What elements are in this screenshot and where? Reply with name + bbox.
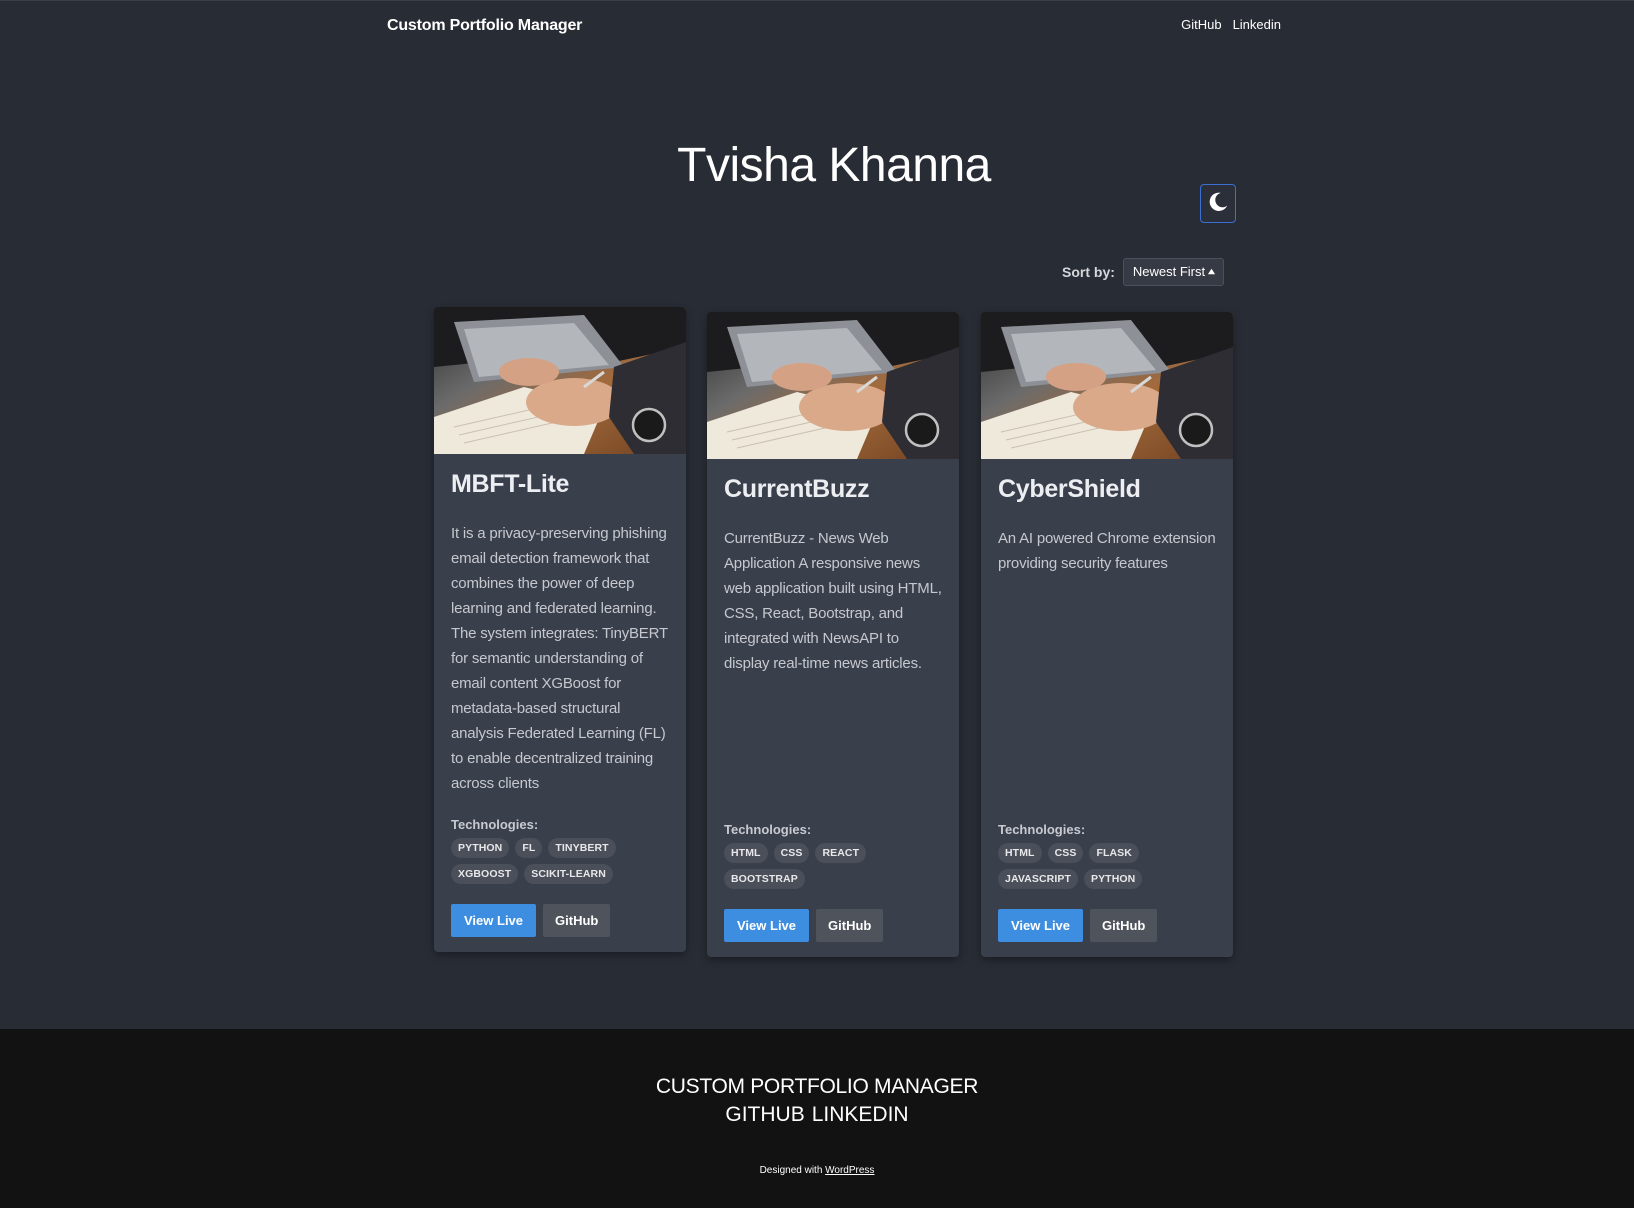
top-nav-links: GitHub Linkedin [1181,17,1281,32]
project-description: An AI powered Chrome extension providing… [998,530,1216,572]
technologies-label: Technologies: [998,822,1086,837]
tech-tag: CSS [1047,843,1084,863]
sort-label: Sort by: [1062,264,1115,280]
project-image [981,312,1233,459]
site-footer: CUSTOM PORTFOLIO MANAGER GITHUB LINKEDIN… [0,1029,1634,1208]
github-button[interactable]: GitHub [543,904,611,937]
tech-tag: FLASK [1089,843,1139,863]
technologies-label: Technologies: [451,817,539,832]
page-title: Tvisha Khanna [677,139,991,192]
tech-tag: HTML [724,843,768,863]
project-card: MBFT-Lite It is a privacy-preserving phi… [434,307,686,952]
tech-tag: BOOTSTRAP [724,869,805,889]
project-image [707,312,959,459]
site-title[interactable]: Custom Portfolio Manager [387,17,582,35]
footer-links: GITHUB LINKEDIN [0,1103,1634,1127]
tech-tag: REACT [815,843,867,863]
tech-tag: XGBOOST [451,864,519,884]
footer-credit-text: Designed with [759,1165,826,1176]
project-title: CyberShield [998,475,1141,503]
tech-tag: CSS [773,843,810,863]
project-description: CurrentBuzz - News Web Application A res… [724,530,942,672]
technologies-section: Technologies: PYTHON FL TINYBERT XGBOOST… [451,817,671,884]
technologies-section: Technologies: HTML CSS REACT BOOTSTRAP [724,822,944,889]
technologies-section: Technologies: HTML CSS FLASK JAVASCRIPT … [998,822,1218,889]
project-title: CurrentBuzz [724,475,870,503]
tech-tag: PYTHON [1083,869,1143,889]
sort-control: Sort by: Newest First [1062,258,1225,286]
view-live-button[interactable]: View Live [451,904,537,937]
tech-tag: TINYBERT [548,838,616,858]
project-title: MBFT-Lite [451,470,570,498]
theme-toggle-button[interactable] [1200,184,1236,223]
tech-tag: SCIKIT-LEARN [524,864,613,884]
view-live-button[interactable]: View Live [998,909,1084,942]
footer-brand[interactable]: CUSTOM PORTFOLIO MANAGER [0,1075,1634,1099]
tech-tag: FL [515,838,543,858]
footer-link-github[interactable]: GITHUB [725,1103,804,1127]
github-button[interactable]: GitHub [1090,909,1158,942]
project-card: CurrentBuzz CurrentBuzz - News Web Appli… [707,312,959,957]
tech-tag: HTML [998,843,1042,863]
footer-credit: Designed with WordPress [0,1165,1634,1176]
tech-tag: PYTHON [451,838,510,858]
sort-selected-value: Newest First [1132,264,1206,279]
technologies-label: Technologies: [724,822,812,837]
view-live-button[interactable]: View Live [724,909,810,942]
project-card: CyberShield An AI powered Chrome extensi… [981,312,1233,957]
nav-link-linkedin[interactable]: Linkedin [1233,17,1281,32]
wordpress-link[interactable]: WordPress [825,1165,874,1176]
project-description: It is a privacy-preserving phishing emai… [451,525,668,792]
top-nav-bar: Custom Portfolio Manager GitHub Linkedin [0,0,1634,50]
github-button[interactable]: GitHub [816,909,884,942]
nav-link-github[interactable]: GitHub [1181,17,1221,32]
caret-up-icon [1207,264,1216,279]
project-image [434,307,686,454]
sort-select[interactable]: Newest First [1122,258,1225,286]
footer-link-linkedin[interactable]: LINKEDIN [812,1103,909,1127]
moon-icon [1207,191,1229,216]
tech-tag: JAVASCRIPT [998,869,1078,889]
